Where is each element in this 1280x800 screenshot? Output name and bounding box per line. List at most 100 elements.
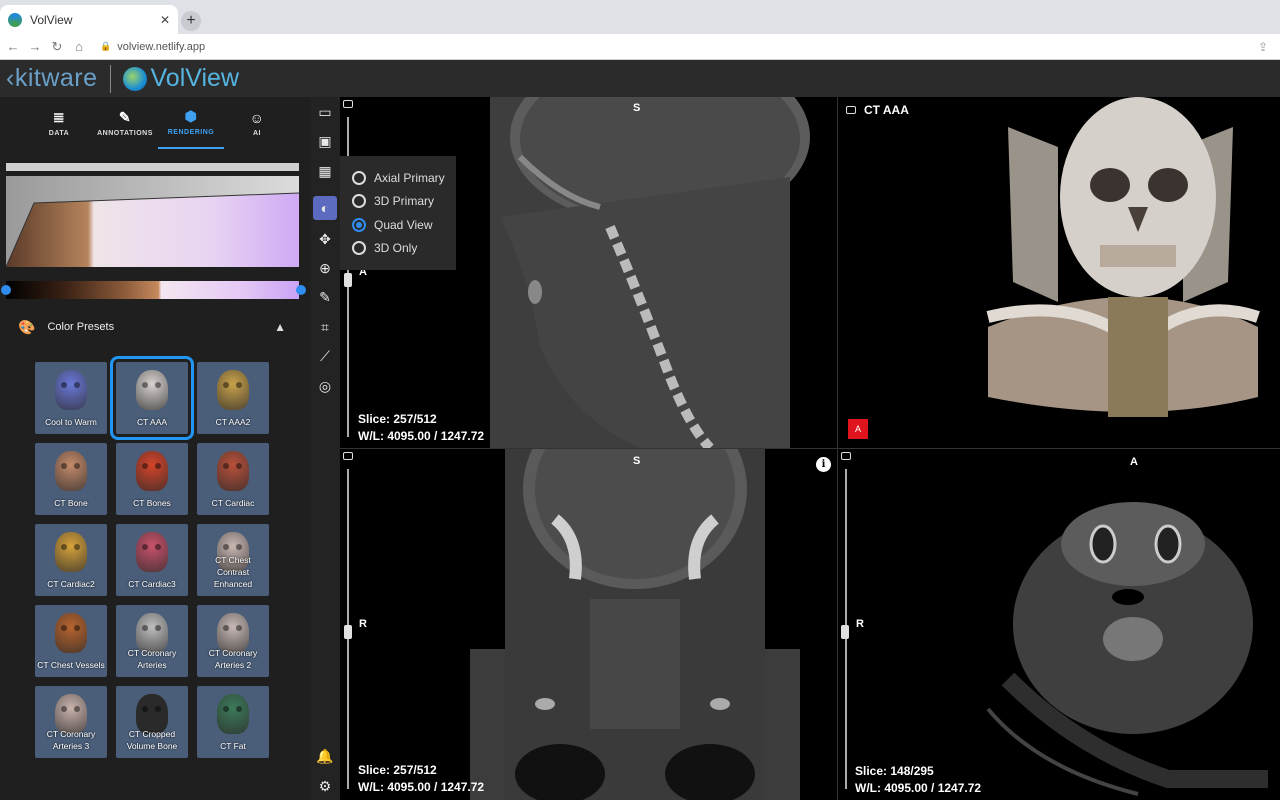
close-tab-icon[interactable]: ✕ bbox=[160, 13, 170, 27]
color-preset-card[interactable]: CT Chest Vessels bbox=[35, 605, 107, 677]
tab-title: VolView bbox=[30, 12, 73, 27]
pencil-icon: ✎ bbox=[118, 109, 132, 125]
zoom-icon[interactable]: ⊕ bbox=[313, 256, 337, 280]
orientation-top-label: A bbox=[1130, 456, 1138, 468]
preset-label: CT Bones bbox=[133, 498, 171, 508]
layout-option-quad-view[interactable]: Quad View bbox=[340, 213, 456, 237]
preset-thumbnail bbox=[55, 532, 87, 572]
color-preset-card[interactable]: CT Chest Contrast Enhanced bbox=[197, 524, 269, 596]
reload-icon[interactable]: ↻ bbox=[48, 39, 66, 55]
sagittal-viewport[interactable]: S A Slice: 257/512 W/L: 4095.00 / 1247.7… bbox=[340, 97, 837, 448]
sagittal-ct-image bbox=[340, 97, 810, 448]
window-level-icon[interactable]: ◐ bbox=[313, 196, 337, 220]
preset-label: CT AAA bbox=[136, 417, 168, 427]
slice-slider-thumb[interactable] bbox=[841, 625, 849, 639]
slice-indicator: Slice: 148/295 bbox=[855, 764, 934, 778]
screenshot-camera-icon[interactable] bbox=[846, 106, 856, 114]
preset-label: Cool to Warm bbox=[45, 417, 97, 427]
tab-annotations-label: ANNOTATIONS bbox=[97, 130, 153, 137]
layout-grid-icon[interactable]: ▦ bbox=[313, 159, 337, 183]
gear-icon[interactable]: ⚙ bbox=[313, 774, 337, 798]
open-folder-icon[interactable]: ▭ bbox=[313, 100, 337, 124]
layout-option-label: Axial Primary bbox=[374, 170, 445, 185]
screenshot-camera-icon[interactable] bbox=[841, 452, 851, 460]
color-range-min-handle[interactable] bbox=[1, 285, 11, 295]
coronal-ct-image bbox=[470, 449, 800, 800]
slice-slider-thumb[interactable] bbox=[344, 625, 352, 639]
forward-icon[interactable]: → bbox=[26, 39, 44, 54]
url-field[interactable]: volview.netlify.app bbox=[117, 41, 205, 53]
coronal-viewport[interactable]: i S R Slice: 257/512 W/L: 4095.00 / 1247… bbox=[340, 449, 837, 800]
color-preset-card[interactable]: CT Coronary Arteries 3 bbox=[35, 686, 107, 758]
color-preset-card[interactable]: Cool to Warm bbox=[35, 362, 107, 434]
radio-icon[interactable] bbox=[352, 170, 366, 185]
opacity-histogram-bar bbox=[6, 163, 299, 171]
lock-icon: 🔒 bbox=[100, 41, 112, 51]
volume-preset-title: CT AAA bbox=[864, 103, 909, 117]
chevron-up-icon[interactable]: ▲ bbox=[274, 320, 286, 334]
share-icon[interactable]: ⇪ bbox=[1258, 40, 1268, 54]
layout-option-axial-primary[interactable]: Axial Primary bbox=[340, 166, 456, 190]
color-preset-card[interactable]: CT Cardiac2 bbox=[35, 524, 107, 596]
pan-icon[interactable]: ✥ bbox=[313, 227, 337, 251]
tab-data[interactable]: ≣ DATA bbox=[26, 97, 92, 149]
browser-tab[interactable]: VolView ✕ bbox=[0, 5, 178, 34]
radio-icon[interactable] bbox=[352, 241, 366, 256]
volume-3d-viewport[interactable]: i CT AAA A bbox=[838, 97, 1280, 448]
volview-favicon-icon bbox=[8, 12, 22, 27]
preset-thumbnail bbox=[136, 370, 168, 410]
color-preset-card[interactable]: CT Coronary Arteries 2 bbox=[197, 605, 269, 677]
crosshairs-icon[interactable]: ◎ bbox=[313, 374, 337, 398]
orientation-top-label: S bbox=[633, 455, 641, 467]
color-preset-card[interactable]: CT Bones bbox=[116, 443, 188, 515]
color-preset-card[interactable]: CT AAA2 bbox=[197, 362, 269, 434]
color-preset-card[interactable]: CT Cardiac bbox=[197, 443, 269, 515]
color-preset-card[interactable]: CT AAA bbox=[110, 356, 194, 440]
color-range-max-handle[interactable] bbox=[296, 285, 306, 295]
layout-option-3d-primary[interactable]: 3D Primary bbox=[340, 190, 456, 214]
save-icon[interactable]: ▣ bbox=[313, 129, 337, 153]
color-preset-card[interactable]: CT Fat bbox=[197, 686, 269, 758]
orientation-left-label: R bbox=[359, 618, 367, 630]
palette-icon: 🎨 bbox=[18, 318, 36, 335]
color-presets-title: Color Presets bbox=[47, 321, 115, 333]
tab-ai[interactable]: ☺ AI bbox=[224, 97, 290, 149]
home-icon[interactable]: ⌂ bbox=[70, 39, 88, 54]
color-preset-card[interactable]: CT Cropped Volume Bone bbox=[116, 686, 188, 758]
ruler-icon[interactable]: ⟋ bbox=[313, 344, 337, 368]
bell-icon[interactable]: 🔔 bbox=[313, 744, 337, 768]
orientation-cube-marker: A bbox=[848, 419, 868, 439]
preset-thumbnail bbox=[55, 613, 87, 653]
color-preset-card[interactable]: CT Coronary Arteries bbox=[116, 605, 188, 677]
tab-annotations[interactable]: ✎ ANNOTATIONS bbox=[92, 97, 158, 149]
preset-label: CT Chest Contrast Enhanced bbox=[213, 555, 253, 589]
tab-rendering[interactable]: ⬢ RENDERING bbox=[158, 97, 224, 149]
color-preset-card[interactable]: CT Bone bbox=[35, 443, 107, 515]
info-icon[interactable]: i bbox=[816, 457, 831, 472]
axial-ct-image bbox=[986, 502, 1268, 796]
paint-brush-icon[interactable]: ✎ bbox=[313, 285, 337, 309]
preset-label: CT Cardiac bbox=[211, 498, 255, 508]
axial-viewport[interactable]: A R Slice: 148/295 W/L: 4095.00 / 1247.7… bbox=[838, 449, 1280, 800]
color-map-bar[interactable] bbox=[6, 281, 299, 299]
preset-thumbnail bbox=[217, 694, 249, 734]
cube-icon: ⬢ bbox=[184, 108, 198, 124]
preset-label: CT Cardiac3 bbox=[128, 579, 176, 589]
layout-option-3d-only[interactable]: 3D Only bbox=[340, 237, 456, 261]
database-icon: ≣ bbox=[52, 109, 66, 125]
back-icon[interactable]: ← bbox=[4, 39, 22, 54]
crop-icon[interactable]: ⌗ bbox=[313, 315, 337, 339]
screenshot-camera-icon[interactable] bbox=[343, 100, 353, 108]
volview-logo: VolView bbox=[150, 64, 240, 92]
tab-data-label: DATA bbox=[48, 130, 70, 137]
new-tab-button[interactable]: + bbox=[181, 11, 201, 31]
radio-selected-icon[interactable] bbox=[352, 217, 366, 232]
opacity-transfer-function-editor[interactable] bbox=[6, 176, 299, 267]
slice-slider-thumb[interactable] bbox=[344, 273, 352, 287]
screenshot-camera-icon[interactable] bbox=[343, 452, 353, 460]
radio-icon[interactable] bbox=[352, 194, 366, 209]
slice-indicator: Slice: 257/512 bbox=[358, 763, 437, 777]
color-preset-card[interactable]: CT Cardiac3 bbox=[116, 524, 188, 596]
color-presets-header[interactable]: 🎨 Color Presets ▲ bbox=[0, 312, 310, 342]
preset-thumbnail bbox=[55, 451, 87, 491]
